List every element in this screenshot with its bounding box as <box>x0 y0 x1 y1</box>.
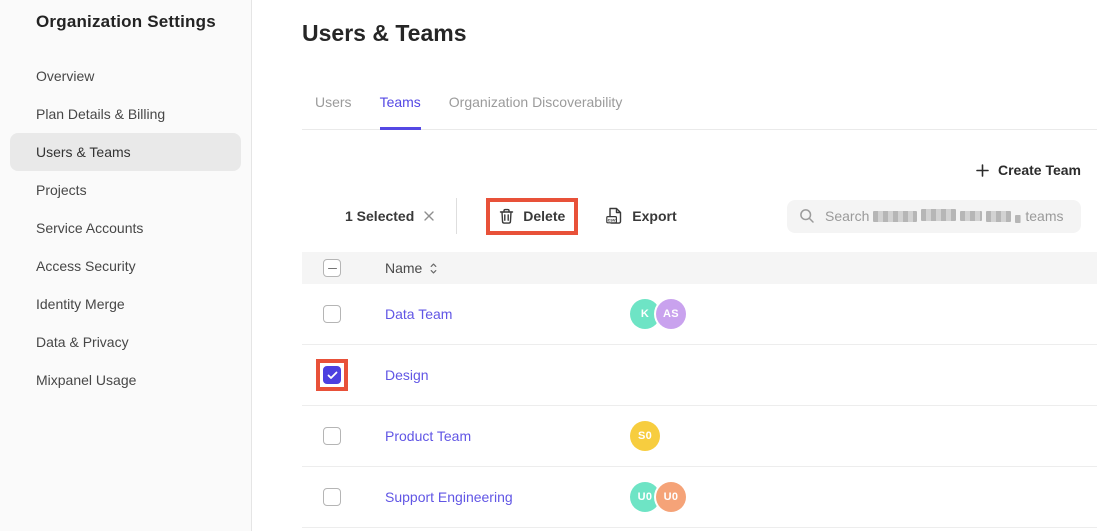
create-team-label: Create Team <box>998 162 1081 178</box>
sidebar-item-identity-merge[interactable]: Identity Merge <box>10 285 241 323</box>
table-row: Product Team S0 <box>302 406 1097 467</box>
create-team-button[interactable]: Create Team <box>976 162 1081 178</box>
sidebar-item-overview[interactable]: Overview <box>10 57 241 95</box>
avatar: S0 <box>630 421 660 451</box>
avatar-group: U0U0 <box>630 482 1097 512</box>
sidebar-item-users-teams[interactable]: Users & Teams <box>10 133 241 171</box>
sidebar-item-label: Overview <box>36 68 94 84</box>
export-label: Export <box>632 208 676 224</box>
sidebar-item-label: Data & Privacy <box>36 334 129 350</box>
search-icon <box>799 208 815 224</box>
avatar-group: KAS <box>630 299 1097 329</box>
select-all-checkbox[interactable] <box>323 259 341 277</box>
sidebar-item-label: Projects <box>36 182 87 198</box>
sidebar-item-label: Users & Teams <box>36 144 131 160</box>
export-button[interactable]: csv Export <box>606 207 676 225</box>
table-body: Data Team KAS Design Prod <box>252 284 1108 528</box>
tab-organization-discoverability[interactable]: Organization Discoverability <box>449 94 623 130</box>
toolbar-divider <box>456 198 457 234</box>
teams-table: Name Data Team KAS <box>252 252 1108 528</box>
redacted-text-block <box>960 211 982 221</box>
sidebar: Organization Settings Overview Plan Deta… <box>0 0 252 531</box>
sort-icon[interactable] <box>429 262 438 275</box>
svg-text:csv: csv <box>608 219 616 224</box>
main-content: Users & Teams Users Teams Organization Dis… <box>252 0 1108 531</box>
sidebar-item-mixpanel-usage[interactable]: Mixpanel Usage <box>10 361 241 399</box>
sidebar-item-label: Access Security <box>36 258 136 274</box>
avatar-group: S0 <box>630 421 1097 451</box>
row-checkbox[interactable] <box>323 366 341 384</box>
table-header: Name <box>302 252 1097 284</box>
sidebar-title: Organization Settings <box>36 12 237 32</box>
row-checkbox[interactable] <box>323 488 341 506</box>
sidebar-item-service-accounts[interactable]: Service Accounts <box>10 209 241 247</box>
csv-file-icon: csv <box>606 207 623 225</box>
page-title: Users & Teams <box>302 20 1108 46</box>
delete-annotation-highlight: Delete <box>486 198 578 235</box>
sidebar-item-label: Plan Details & Billing <box>36 106 165 122</box>
sidebar-item-label: Identity Merge <box>36 296 125 312</box>
table-row: Design <box>302 345 1097 406</box>
sidebar-item-plan-details-billing[interactable]: Plan Details & Billing <box>10 95 241 133</box>
redacted-text-block <box>873 211 917 222</box>
trash-icon <box>499 208 514 225</box>
team-name-link[interactable]: Support Engineering <box>385 489 513 505</box>
table-row: Data Team KAS <box>302 284 1097 345</box>
name-column-header: Name <box>385 260 422 276</box>
plus-icon <box>976 164 989 177</box>
table-row: Support Engineering U0U0 <box>302 467 1097 528</box>
sidebar-item-label: Service Accounts <box>36 220 143 236</box>
row-checkbox[interactable] <box>323 427 341 445</box>
sidebar-nav: Overview Plan Details & Billing Users & … <box>0 57 251 399</box>
bulk-actions-toolbar: 1 Selected Delete <box>302 194 1081 238</box>
avatar: AS <box>656 299 686 329</box>
delete-label: Delete <box>523 208 565 224</box>
team-name-link[interactable]: Data Team <box>385 306 452 322</box>
sidebar-item-data-privacy[interactable]: Data & Privacy <box>10 323 241 361</box>
sidebar-item-projects[interactable]: Projects <box>10 171 241 209</box>
avatar: U0 <box>656 482 686 512</box>
tab-teams[interactable]: Teams <box>380 94 421 130</box>
redacted-text-block <box>986 211 1011 222</box>
redacted-text-block <box>921 209 956 221</box>
tab-users[interactable]: Users <box>315 94 352 130</box>
delete-button[interactable]: Delete <box>499 208 565 225</box>
search-input[interactable]: Search teams <box>787 200 1081 233</box>
team-name-link[interactable]: Product Team <box>385 428 471 444</box>
close-icon <box>423 210 435 222</box>
team-name-link[interactable]: Design <box>385 367 429 383</box>
sidebar-item-access-security[interactable]: Access Security <box>10 247 241 285</box>
sidebar-item-label: Mixpanel Usage <box>36 372 136 388</box>
search-placeholder: Search teams <box>825 208 1063 224</box>
row-checkbox[interactable] <box>323 305 341 323</box>
selected-count: 1 Selected <box>345 208 414 224</box>
clear-selection-button[interactable] <box>423 210 435 222</box>
tab-bar: Users Teams Organization Discoverability <box>302 94 1097 130</box>
redacted-text-block <box>1015 215 1021 223</box>
